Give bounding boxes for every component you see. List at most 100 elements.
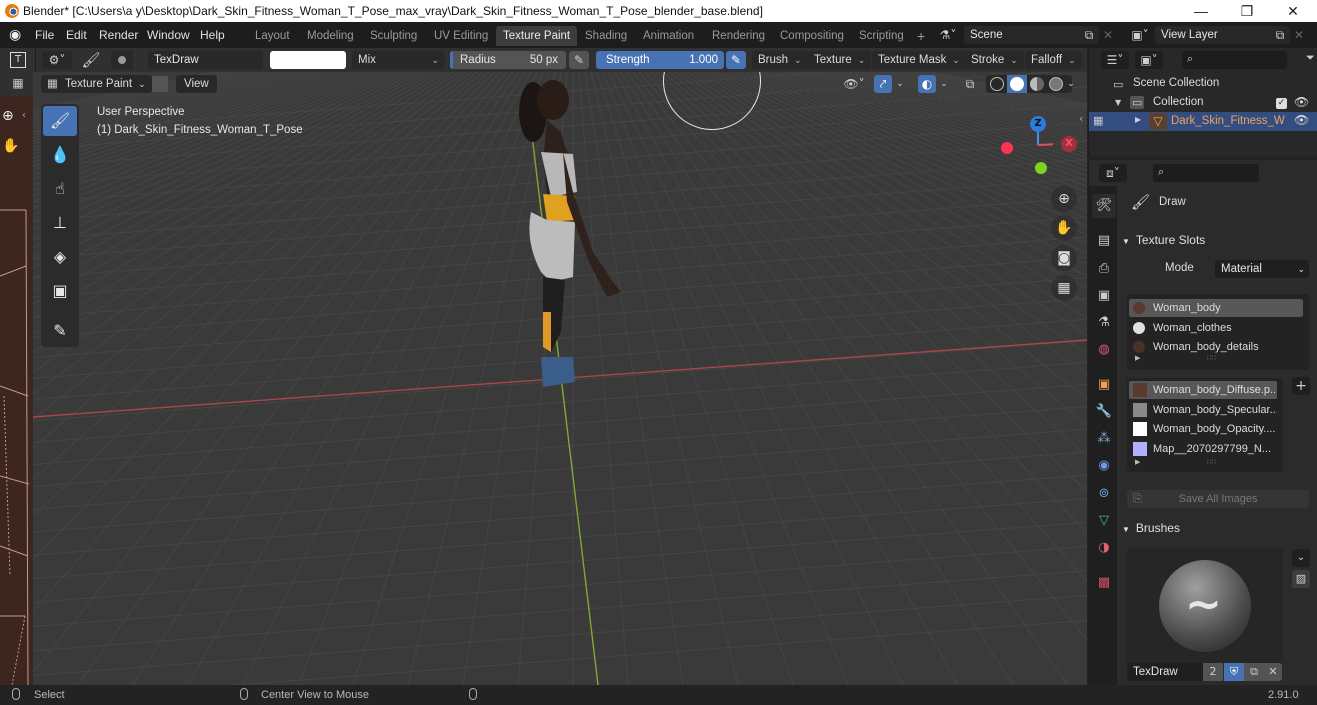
delete-scene-icon[interactable]: ✕: [1101, 26, 1115, 44]
brush-preview-icon[interactable]: [111, 51, 133, 69]
scene-icon[interactable]: ⚗˅: [933, 26, 963, 44]
menu-render[interactable]: Render: [99, 28, 138, 42]
display-mode-dropdown[interactable]: ☰˅: [1101, 51, 1129, 69]
tab-shading[interactable]: Shading: [578, 26, 634, 46]
annotate-icon[interactable]: ✎: [43, 316, 77, 346]
material-slot-item[interactable]: Woman_clothes: [1129, 319, 1303, 337]
tab-animation[interactable]: Animation: [636, 26, 701, 46]
pan-hand-icon[interactable]: ✋: [1051, 215, 1077, 241]
gizmo-z-axis[interactable]: Z: [1030, 116, 1046, 132]
physics-tab-icon[interactable]: ◉: [1092, 454, 1116, 478]
texture-tab-icon[interactable]: ▩: [1092, 571, 1116, 595]
tab-texture-paint[interactable]: Texture Paint: [496, 26, 578, 46]
new-scene-icon[interactable]: ⧉: [1081, 26, 1097, 44]
blender-logo-icon[interactable]: ◉: [9, 27, 25, 43]
brush-image-icon[interactable]: ▨: [1292, 570, 1310, 588]
collapse-arrow-icon[interactable]: ‹: [22, 110, 26, 121]
menu-help[interactable]: Help: [200, 28, 225, 42]
object-name-label[interactable]: Dark_Skin_Fitness_W: [1171, 115, 1285, 127]
scene-name-field[interactable]: Scene: [964, 26, 1099, 44]
falloff-menu[interactable]: Falloff ⌄: [1025, 51, 1082, 69]
collection-label[interactable]: Collection: [1153, 96, 1204, 108]
duplicate-brush-icon[interactable]: ⧉: [1244, 663, 1264, 681]
collection-checkbox[interactable]: ✓: [1276, 98, 1287, 109]
object-tab-icon[interactable]: ▣: [1092, 373, 1116, 397]
view-layer-name-field[interactable]: View Layer: [1155, 26, 1290, 44]
gizmo-toggle-icon[interactable]: ⤤: [874, 75, 892, 93]
tab-scripting[interactable]: Scripting: [852, 26, 911, 46]
image-slot-item[interactable]: Map__2070297799_N...: [1129, 440, 1277, 458]
object-eye-icon[interactable]: 👁: [1294, 113, 1309, 127]
add-workspace-button[interactable]: +: [910, 26, 932, 46]
minimize-button[interactable]: —: [1178, 1, 1224, 21]
modifier-tab-icon[interactable]: 🔧: [1092, 400, 1116, 424]
solid-shading-button[interactable]: [1007, 75, 1027, 93]
overlays-toggle-icon[interactable]: ◐: [918, 75, 936, 93]
sidebar-toggle-icon[interactable]: ‹: [1079, 112, 1083, 125]
brush-color-swatch[interactable]: [270, 51, 346, 69]
delete-view-layer-icon[interactable]: ✕: [1292, 26, 1306, 44]
brush-users-count[interactable]: 2: [1203, 663, 1223, 681]
filter-view-dropdown[interactable]: ▣˅: [1135, 51, 1163, 69]
brush-name-field[interactable]: TexDraw: [148, 51, 263, 69]
new-view-layer-icon[interactable]: ⧉: [1272, 26, 1288, 44]
material-slot-item[interactable]: Woman_body: [1129, 299, 1303, 317]
menu-window[interactable]: Window: [147, 28, 190, 42]
rendered-shading-icon[interactable]: [1049, 77, 1063, 91]
tab-uv-editing[interactable]: UV Editing: [427, 26, 495, 46]
material-tab-icon[interactable]: ◑: [1092, 536, 1116, 560]
gizmo-neg-x[interactable]: [1001, 142, 1013, 154]
editor-type-icon[interactable]: T: [10, 52, 26, 68]
view-layer-icon[interactable]: ▣˅: [1125, 26, 1155, 44]
properties-search-input[interactable]: ⌕: [1153, 164, 1259, 182]
strength-slider[interactable]: Strength 1.000: [596, 51, 724, 69]
texture-menu[interactable]: Texture ⌄: [808, 51, 872, 69]
character-model[interactable]: [503, 72, 643, 402]
fill-bucket-icon[interactable]: ◈: [43, 242, 77, 272]
menu-file[interactable]: File: [35, 28, 54, 42]
texture-slots-panel-header[interactable]: ▼ Texture Slots: [1122, 228, 1312, 252]
radius-slider[interactable]: Radius 50 px: [450, 51, 566, 69]
draw-brush-icon[interactable]: 🖌: [43, 106, 77, 136]
stroke-menu[interactable]: Stroke ⌄: [965, 51, 1024, 69]
maximize-button[interactable]: ❐: [1224, 1, 1270, 21]
list-resize-grip[interactable]: ∷∷: [1207, 458, 1216, 466]
list-expand-icon[interactable]: ▶: [1135, 458, 1140, 466]
image-slot-item[interactable]: Woman_body_Opacity....: [1129, 420, 1277, 438]
brush-menu[interactable]: Brush ⌄: [752, 51, 808, 69]
clone-stamp-icon[interactable]: ⊥: [43, 208, 77, 238]
3d-viewport[interactable]: Z X ⊕ ✋ ◙ ▦ ‹ User Perspective (1) Dark_…: [33, 72, 1087, 685]
smear-icon[interactable]: ☝: [43, 174, 77, 204]
tab-layout[interactable]: Layout: [248, 26, 297, 46]
fake-user-shield-icon[interactable]: ⛨: [1224, 663, 1244, 681]
mask-icon[interactable]: ▣: [43, 276, 77, 306]
world-tab-icon[interactable]: ◍: [1092, 338, 1116, 362]
material-slot-item[interactable]: Woman_body_details: [1129, 338, 1303, 356]
material-preview-icon[interactable]: [1030, 77, 1044, 91]
constraints-tab-icon[interactable]: ⊚: [1092, 482, 1116, 506]
particles-tab-icon[interactable]: ⁂: [1092, 427, 1116, 451]
tool-settings-dropdown[interactable]: ⚙˅: [42, 51, 72, 69]
mode-dropdown[interactable]: Material ⌄: [1215, 260, 1309, 278]
unlink-brush-icon[interactable]: ✕: [1264, 663, 1282, 681]
shading-dropdown-icon[interactable]: ⌄: [1064, 75, 1078, 93]
zoom-icon[interactable]: ⊕: [2, 108, 14, 124]
scene-tab-icon[interactable]: ⚗: [1092, 311, 1116, 335]
visibility-icon[interactable]: 👁˅: [840, 75, 868, 93]
mode-dropdown[interactable]: ▦ Texture Paint ⌄: [41, 75, 152, 93]
gizmo-x-axis[interactable]: X: [1061, 136, 1077, 152]
view-menu[interactable]: View: [176, 75, 217, 93]
ortho-grid-icon[interactable]: ▦: [1051, 275, 1077, 301]
view-layer-tab-icon[interactable]: ▣: [1092, 284, 1116, 308]
output-tab-icon[interactable]: ⎙: [1092, 257, 1116, 281]
brush-browse-dropdown[interactable]: ⌄: [1292, 549, 1310, 567]
outliner-search-input[interactable]: ⌕: [1182, 51, 1287, 69]
save-all-images-button[interactable]: ⎘ Save All Images: [1127, 490, 1309, 508]
render-tab-icon[interactable]: ▤: [1092, 229, 1116, 253]
texture-paint-mode-icon[interactable]: ▦: [10, 76, 26, 92]
texture-mask-menu[interactable]: Texture Mask ⌄: [872, 51, 966, 69]
xray-toggle-icon[interactable]: ⧉: [961, 75, 979, 93]
image-slot-item[interactable]: Woman_body_Diffuse.p...: [1129, 381, 1277, 399]
gizmo-y[interactable]: [1035, 162, 1047, 174]
filter-icon[interactable]: ⏷: [1306, 51, 1315, 65]
